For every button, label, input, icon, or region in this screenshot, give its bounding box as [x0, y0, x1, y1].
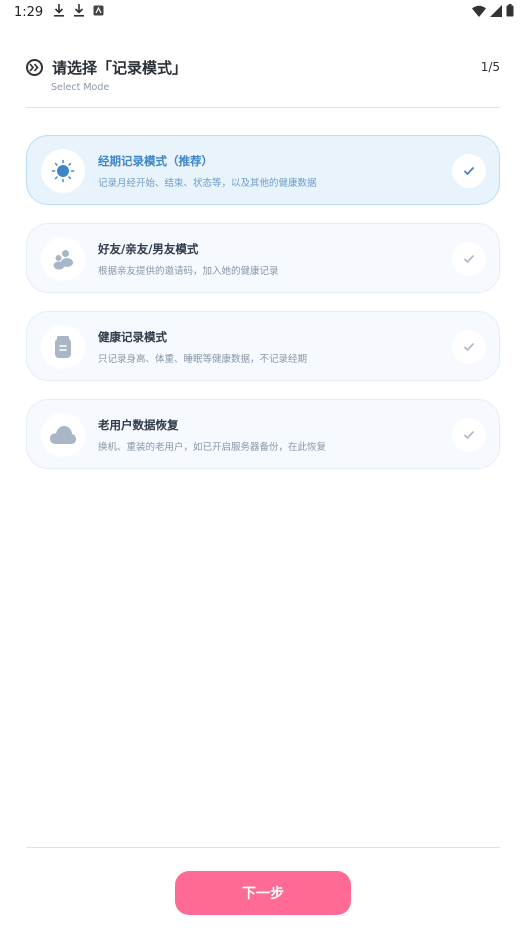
- cloud-icon: [41, 413, 85, 457]
- clipboard-icon: [41, 325, 85, 369]
- mode-option-friend[interactable]: 好友/亲友/男友模式 根据亲友提供的邀请码，加入她的健康记录: [26, 223, 500, 293]
- battery-icon: [506, 4, 514, 21]
- option-description: 只记录身高、体重、睡眠等健康数据，不记录经期: [98, 354, 308, 365]
- download-icon: [53, 3, 65, 21]
- step-indicator: 1/5: [480, 60, 500, 74]
- download-icon: [73, 3, 85, 21]
- mode-option-restore[interactable]: 老用户数据恢复 换机、重装的老用户，如已开启服务器备份，在此恢复: [26, 399, 500, 469]
- page-title: 请选择「记录模式」: [52, 59, 188, 77]
- footer-divider: [26, 847, 500, 848]
- status-bar: 1:29: [0, 0, 526, 24]
- signal-icon: [490, 4, 502, 21]
- option-description: 根据亲友提供的邀请码，加入她的健康记录: [98, 266, 279, 277]
- option-description: 换机、重装的老用户，如已开启服务器备份，在此恢复: [98, 442, 327, 453]
- page-subtitle: Select Mode: [51, 82, 110, 93]
- option-title: 经期记录模式（推荐）: [98, 154, 213, 168]
- sun-icon: [41, 149, 85, 193]
- check-icon: [452, 242, 486, 276]
- check-icon: [452, 418, 486, 452]
- option-description: 记录月经开始、结束、状态等，以及其他的健康数据: [98, 178, 317, 189]
- mode-option-health[interactable]: 健康记录模式 只记录身高、体重、睡眠等健康数据，不记录经期: [26, 311, 500, 381]
- page-header: 请选择「记录模式」 Select Mode 1/5: [26, 56, 500, 108]
- double-chevron-right-icon[interactable]: [26, 59, 43, 76]
- app-notification-icon: [93, 5, 104, 20]
- wifi-icon: [472, 5, 486, 21]
- status-time: 1:29: [14, 4, 44, 20]
- next-button[interactable]: 下一步: [175, 871, 351, 915]
- mode-option-period[interactable]: 经期记录模式（推荐） 记录月经开始、结束、状态等，以及其他的健康数据: [26, 135, 500, 205]
- option-title: 老用户数据恢复: [98, 418, 179, 432]
- option-title: 健康记录模式: [98, 330, 167, 344]
- option-title: 好友/亲友/男友模式: [98, 242, 199, 256]
- people-icon: [41, 237, 85, 281]
- check-icon: [452, 330, 486, 364]
- check-icon: [452, 154, 486, 188]
- status-right: [472, 4, 514, 21]
